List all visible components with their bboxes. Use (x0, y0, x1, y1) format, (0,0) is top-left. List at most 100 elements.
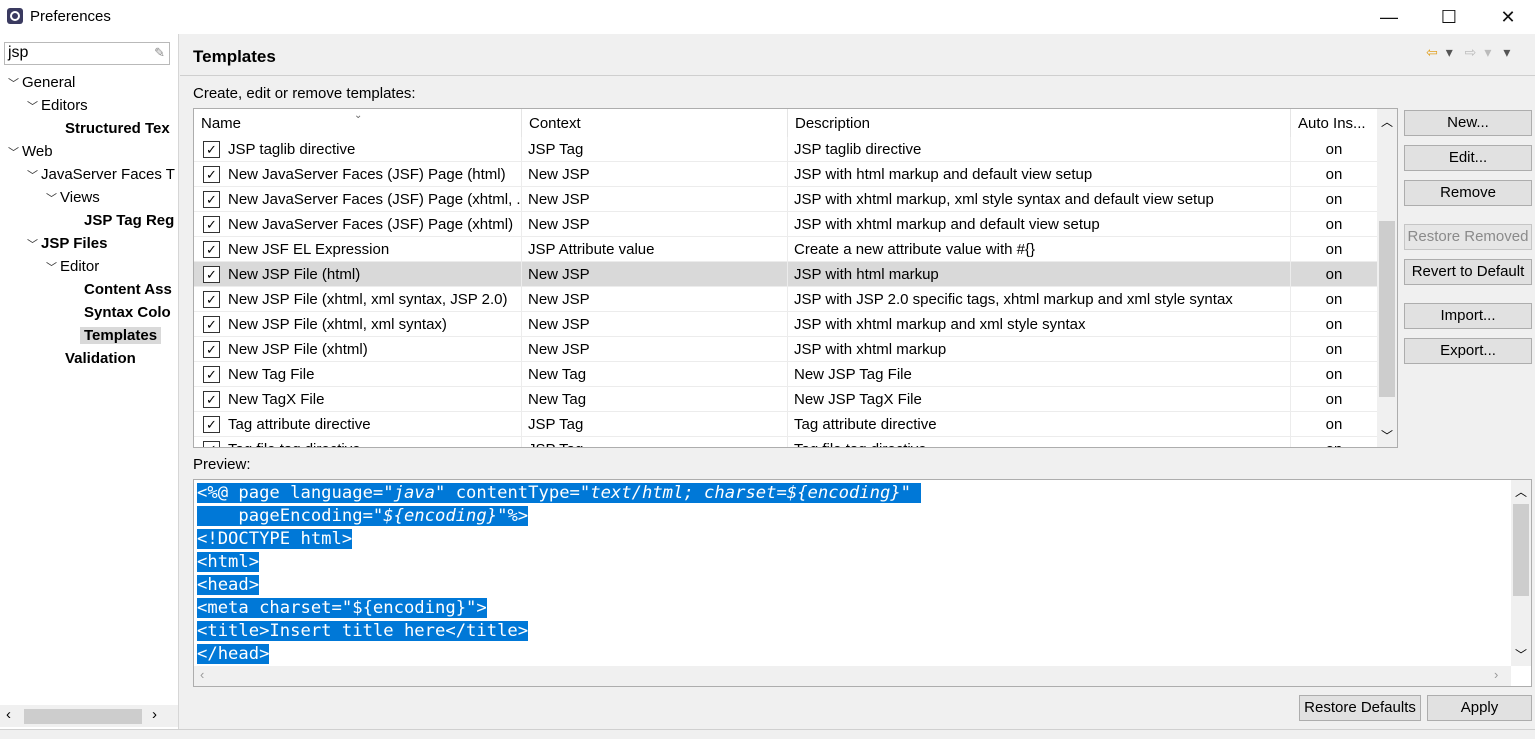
tree-item-general[interactable]: ﹀ General (8, 71, 75, 94)
eraser-icon[interactable]: ✎ (154, 45, 165, 61)
scrollbar-thumb[interactable] (1513, 504, 1529, 596)
chevron-left-icon[interactable]: ‹ (6, 706, 11, 723)
back-arrow-icon[interactable]: ⇦ (1426, 44, 1438, 61)
chevron-down-icon[interactable]: ﹀ (46, 188, 60, 211)
export-button[interactable]: Export... (1404, 338, 1532, 364)
forward-menu-chevron-icon[interactable]: ▾ (1484, 44, 1491, 61)
chevron-down-icon[interactable]: ﹀ (46, 257, 60, 280)
window-title: Preferences (30, 8, 111, 25)
revert-to-default-button[interactable]: Revert to Default (1404, 259, 1532, 285)
cell-description: JSP with JSP 2.0 specific tags, xhtml ma… (788, 287, 1291, 312)
table-row[interactable]: ✓ New JSP File (html) New JSP JSP with html… (194, 262, 1377, 287)
import-button[interactable]: Import... (1404, 303, 1532, 329)
chevron-down-icon[interactable]: ﹀ (8, 73, 22, 96)
column-header-name[interactable]: Name ⌄ (194, 109, 522, 137)
filter-input[interactable]: jsp ✎ (4, 42, 170, 65)
table-row[interactable]: ✓ New TagX File New Tag New JSP TagX File on (194, 387, 1377, 412)
table-vertical-scrollbar[interactable]: ︿ ﹀ (1377, 109, 1397, 447)
apply-button[interactable]: Apply (1427, 695, 1532, 721)
preview-editor[interactable]: <%@ page language="java" contentType="te… (193, 479, 1532, 687)
tree-item-jsp-tag-registry[interactable]: JSP Tag Reg (84, 209, 174, 232)
cell-description: New JSP TagX File (788, 387, 1291, 412)
chevron-up-icon[interactable]: ︿ (1515, 483, 1527, 500)
chevron-down-icon[interactable]: ﹀ (8, 142, 22, 165)
cell-context: New JSP (522, 262, 788, 287)
back-menu-chevron-icon[interactable]: ▾ (1446, 44, 1453, 61)
table-row[interactable]: ✓ New JSF EL Expression JSP Attribute valu… (194, 237, 1377, 262)
chevron-right-icon[interactable]: › (1494, 667, 1498, 682)
cell-auto-insert: on (1325, 416, 1343, 433)
table-row[interactable]: ✓ New JSP File (xhtml) New JSP JSP with xht… (194, 337, 1377, 362)
chevron-down-icon[interactable]: ﹀ (1515, 646, 1527, 663)
table-row[interactable]: ✓ Tag attribute directive JSP Tag Tag attri… (194, 412, 1377, 437)
cell-description: Tag attribute directive (788, 412, 1291, 437)
minimize-button[interactable]: — (1366, 0, 1412, 34)
restore-removed-button[interactable]: Restore Removed (1404, 224, 1532, 250)
code-line: <%@ page language="java" contentType="te… (197, 483, 922, 503)
chevron-down-icon[interactable]: ﹀ (27, 96, 41, 119)
scrollbar-thumb[interactable] (1379, 221, 1395, 397)
code-line: </head> (197, 644, 270, 664)
tree-item-editor[interactable]: ﹀ Editor (46, 255, 99, 278)
templates-table: Name ⌄ Context Description Auto Ins... ✓ J… (193, 108, 1398, 448)
templates-subtitle: Create, edit or remove templates: (193, 85, 416, 102)
tree-item-structured-text[interactable]: Structured Tex (65, 117, 170, 140)
table-row[interactable]: ✓ New JavaServer Faces (JSF) Page (xhtml,… (194, 187, 1377, 212)
cell-auto-insert: on (1325, 391, 1343, 408)
table-row[interactable]: ✓ New JavaServer Faces (JSF) Page (html) N… (194, 162, 1377, 187)
edit-button[interactable]: Edit... (1404, 145, 1532, 171)
code-line: pageEncoding="${encoding}"%> (197, 506, 529, 526)
preview-horizontal-scrollbar[interactable]: ‹ › (194, 666, 1511, 686)
chevron-left-icon[interactable]: ‹ (200, 667, 204, 682)
maximize-button[interactable]: ☐ (1426, 0, 1472, 34)
view-menu-icon[interactable]: ▾ (1503, 44, 1510, 61)
close-button[interactable]: ✕ (1485, 0, 1531, 34)
tree-item-syntax-coloring[interactable]: Syntax Colo (84, 301, 171, 324)
cell-auto-insert: on (1291, 437, 1377, 447)
tree-item-web[interactable]: ﹀ Web (8, 140, 53, 163)
tree-item-jsf[interactable]: ﹀ JavaServer Faces T (27, 163, 175, 186)
code-line: <meta charset="${encoding}"> (197, 598, 487, 618)
cell-auto-insert: on (1325, 216, 1343, 233)
tree-item-templates[interactable]: Templates (80, 324, 162, 347)
chevron-down-icon[interactable]: ﹀ (27, 234, 41, 257)
new-button[interactable]: New... (1404, 110, 1532, 136)
cell-name: JSP taglib directive (194, 137, 522, 162)
table-row[interactable]: ✓ JSP taglib directive JSP Tag JSP taglib d… (194, 137, 1377, 162)
preferences-nav-pane: jsp ✎ ﹀ General ﹀ Editors Structured Tex ﹀… (0, 34, 179, 729)
column-header-description[interactable]: Description (788, 109, 1291, 137)
page-header: Templates ⇦ ▾ ⇨ ▾ ▾ (180, 34, 1535, 76)
cell-name: New JavaServer Faces (JSF) Page (xhtml, … (194, 187, 522, 212)
cell-context: New JSP (522, 287, 788, 312)
restore-defaults-button[interactable]: Restore Defaults (1299, 695, 1421, 721)
table-row[interactable]: ✓Tag file tag directiveJSP TagTag file t… (194, 437, 1377, 447)
table-row[interactable]: ✓ New JSP File (xhtml, xml syntax) New JSP… (194, 312, 1377, 337)
tree-item-editors[interactable]: ﹀ Editors (27, 94, 88, 117)
tree-item-validation[interactable]: Validation (65, 347, 136, 370)
cell-context: JSP Tag (522, 412, 788, 437)
forward-arrow-icon[interactable]: ⇨ (1465, 44, 1477, 61)
chevron-down-icon[interactable]: ﹀ (27, 165, 41, 188)
cell-name: New JSP File (xhtml) (194, 337, 522, 362)
table-row[interactable]: ✓ New JSP File (xhtml, xml syntax, JSP 2.… (194, 287, 1377, 312)
scrollbar-thumb[interactable] (24, 709, 142, 724)
table-row[interactable]: ✓ New JavaServer Faces (JSF) Page (xhtml)… (194, 212, 1377, 237)
title-bar: Preferences — ☐ ✕ (0, 0, 1535, 34)
remove-button[interactable]: Remove (1404, 180, 1532, 206)
tree-item-content-assist[interactable]: Content Ass (84, 278, 172, 301)
chevron-up-icon[interactable]: ︿ (1381, 113, 1393, 130)
cell-context: New Tag (522, 387, 788, 412)
cell-context: New JSP (522, 312, 788, 337)
tree-item-views[interactable]: ﹀ Views (46, 186, 100, 209)
column-header-context[interactable]: Context (522, 109, 788, 137)
cell-description: Create a new attribute value with #{} (788, 237, 1291, 262)
preview-vertical-scrollbar[interactable]: ︿ ﹀ (1511, 480, 1531, 666)
cell-context: New JSP (522, 212, 788, 237)
tree-item-jsp-files[interactable]: ﹀ JSP Files (27, 232, 107, 255)
chevron-right-icon[interactable]: › (152, 706, 157, 723)
column-header-auto-insert[interactable]: Auto Ins... (1291, 109, 1377, 137)
tree-horizontal-scrollbar[interactable]: ‹ › (0, 705, 178, 727)
chevron-down-icon[interactable]: ﹀ (1381, 427, 1393, 444)
cell-auto-insert: on (1325, 341, 1343, 358)
table-row[interactable]: ✓ New Tag File New Tag New JSP Tag File on (194, 362, 1377, 387)
